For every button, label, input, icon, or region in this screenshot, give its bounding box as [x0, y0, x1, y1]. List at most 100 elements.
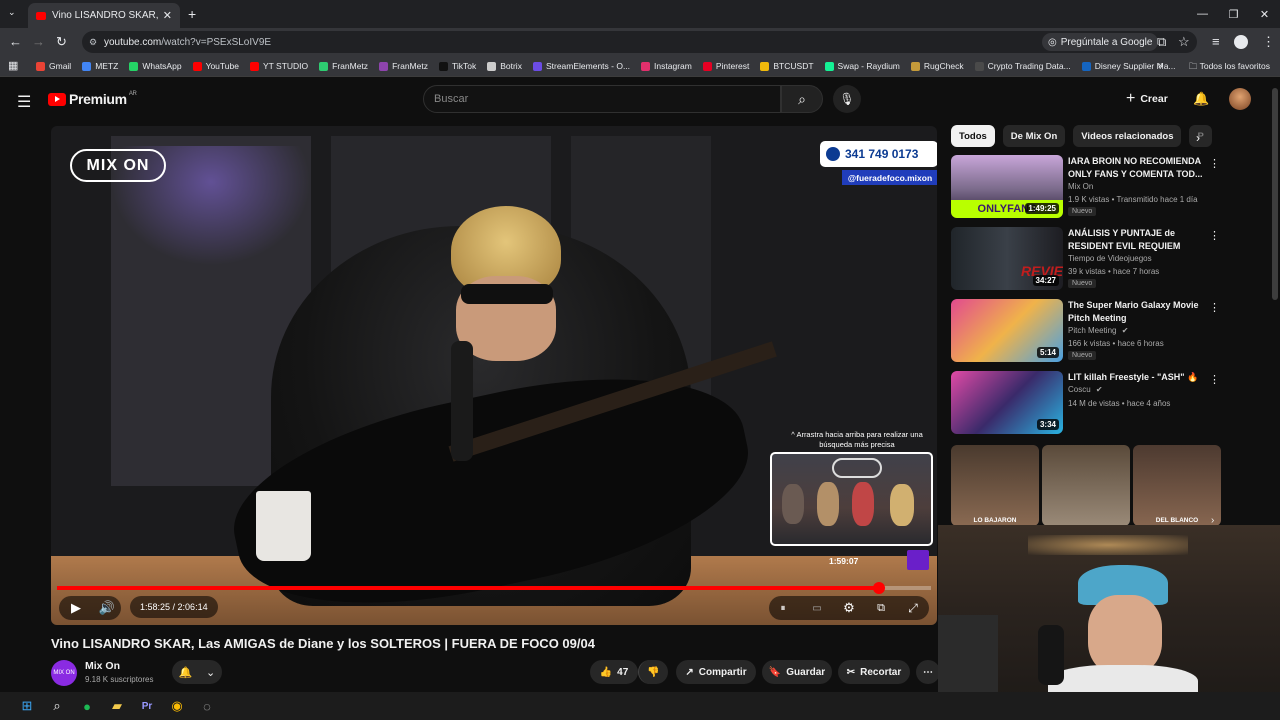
bookmark-item[interactable]: WhatsApp	[129, 61, 182, 71]
chip-de-mix-on[interactable]: De Mix On	[1002, 125, 1066, 147]
cast-icon[interactable]: ⧉	[1157, 34, 1166, 50]
bookmark-item[interactable]: FranMetz	[379, 61, 428, 71]
spotify-icon[interactable]: ●	[72, 694, 102, 718]
voice-search-button[interactable]: 🎙	[833, 85, 861, 113]
more-options-icon[interactable]: ⋮	[1209, 373, 1220, 386]
video-duration: 3:34	[1036, 419, 1059, 430]
bookmark-item[interactable]: TikTok	[438, 61, 476, 71]
bookmark-item[interactable]: YT STUDIO	[249, 61, 308, 71]
forward-icon[interactable]: →	[32, 34, 45, 49]
share-button[interactable]: ↗ Compartir	[676, 660, 756, 684]
short-thumbnail[interactable]: DEL BLANCO	[1133, 445, 1221, 526]
bookmark-item[interactable]: Botrix	[487, 61, 522, 71]
site-info-icon[interactable]: ⚙	[89, 37, 97, 48]
premiere-icon[interactable]: Pr	[132, 694, 162, 718]
bookmark-item[interactable]: Swap - Raydium	[824, 61, 900, 71]
create-button[interactable]: + Crear	[1126, 88, 1168, 110]
youtube-premium-logo[interactable]: Premium AR	[48, 91, 137, 107]
sunglasses	[461, 284, 553, 304]
recommendation-item[interactable]: 3:34 LIT killah Freestyle - "ASH" 🔥 Cosc…	[951, 371, 1223, 435]
windows-start-icon[interactable]: ⊞	[12, 694, 42, 718]
settings-button[interactable]: ⚙	[839, 598, 859, 618]
subscription-notifications-button[interactable]: 🔔 ⌄	[172, 660, 222, 684]
recommendation-title: IARA BROIN NO RECOMIENDA ONLY FANS Y COM…	[1068, 156, 1203, 179]
play-button[interactable]: ▶	[64, 598, 88, 618]
progress-bar[interactable]	[57, 582, 931, 594]
profile-icon[interactable]	[1234, 35, 1248, 49]
bookmark-item[interactable]: RugCheck	[910, 61, 964, 71]
hamburger-menu-icon[interactable]: ☰	[17, 92, 31, 112]
channel-label: Coscu	[1068, 385, 1091, 394]
bookmark-item[interactable]: BTCUSDT	[760, 61, 814, 71]
bookmark-item[interactable]: Crypto Trading Data...	[974, 61, 1071, 71]
fullscreen-icon: ⤢	[908, 600, 918, 615]
bookmark-item[interactable]: Pinterest	[702, 61, 749, 71]
new-tab-icon[interactable]: +	[188, 6, 196, 22]
clip-button[interactable]: ✂ Recortar	[838, 660, 910, 684]
channel-name[interactable]: Mix On	[85, 660, 120, 672]
short-thumbnail[interactable]	[1042, 445, 1130, 526]
close-window-icon[interactable]: ✕	[1249, 0, 1280, 28]
channel-avatar[interactable]: MIX ON	[51, 660, 77, 686]
more-options-icon[interactable]: ⋮	[1209, 229, 1220, 242]
mute-button[interactable]: 🔊	[95, 598, 119, 618]
video-thumbnail[interactable]: ONLYFANS 1:49:25	[951, 155, 1063, 218]
app-icon[interactable]: ◌	[192, 694, 222, 718]
chrome-icon[interactable]: ◉	[162, 694, 192, 718]
chevron-right-icon[interactable]: ›	[1196, 131, 1200, 145]
video-player[interactable]: MIX ON 341 749 0173 @fueradefoco.mixon ^…	[51, 126, 937, 625]
video-thumbnail[interactable]: 5:14	[951, 299, 1063, 362]
recommendation-meta: 39 k vistas • hace 7 horas	[1068, 267, 1160, 276]
ask-google-button[interactable]: ◎ Pregúntale a Google	[1042, 33, 1159, 51]
bookmark-item[interactable]: StreamElements - O...	[532, 61, 630, 71]
chip-todos[interactable]: Todos	[951, 125, 995, 147]
video-thumbnail[interactable]: 3:34	[951, 371, 1063, 434]
more-options-icon[interactable]: ⋮	[1209, 301, 1220, 314]
browser-tab[interactable]: Vino LISANDRO SKAR, Las AMIG ✕	[28, 3, 180, 28]
bookmark-item[interactable]: Gmail	[36, 61, 71, 71]
recommendation-item[interactable]: REVIEW 34:27 ANÁLISIS Y PUNTAJE de RESID…	[951, 227, 1223, 291]
bookmark-star-icon[interactable]: ☆	[1178, 34, 1190, 50]
autoplay-toggle[interactable]: ⏸	[773, 598, 793, 618]
subtitles-button[interactable]: ▭	[807, 598, 827, 618]
chip-videos-relacionados[interactable]: Videos relacionados	[1073, 125, 1182, 147]
url-input[interactable]: ⚙ youtube.com/watch?v=PSExSLoIV9E	[82, 31, 1197, 53]
more-actions-button[interactable]: ⋯	[916, 660, 940, 684]
tab-search-icon[interactable]: ⌄	[8, 7, 16, 18]
apps-grid-icon[interactable]: ▦	[8, 59, 18, 72]
search-button[interactable]: ⌕	[781, 85, 823, 113]
recommendation-item[interactable]: 5:14 The Super Mario Galaxy Movie Pitch …	[951, 299, 1223, 363]
bookmark-item[interactable]: Instagram	[641, 61, 692, 71]
notifications-bell-icon[interactable]: 🔔	[1193, 91, 1209, 107]
tab-search-list-icon[interactable]: ≡	[1212, 34, 1220, 49]
all-bookmarks-folder[interactable]: 🗀 Todos los favoritos	[1189, 61, 1270, 75]
chrome-menu-icon[interactable]: ⋮	[1262, 34, 1275, 50]
user-avatar[interactable]	[1229, 88, 1251, 110]
play-icon: ▶	[71, 600, 81, 615]
search-taskbar-icon[interactable]: ⌕	[42, 694, 72, 718]
bookmark-item[interactable]: YouTube	[192, 61, 239, 71]
more-options-icon[interactable]: ⋮	[1209, 157, 1220, 170]
more-bookmarks-icon[interactable]: »	[1158, 60, 1164, 71]
file-explorer-icon[interactable]: ▰	[102, 694, 132, 718]
bookmark-item[interactable]: METZ	[82, 61, 118, 71]
maximize-icon[interactable]: ❐	[1218, 0, 1249, 28]
search-input[interactable]: Buscar	[423, 85, 781, 113]
miniplayer-button[interactable]: ⧉	[871, 598, 891, 618]
close-tab-icon[interactable]: ✕	[163, 9, 172, 22]
dislike-button[interactable]: 👎	[638, 660, 668, 684]
reload-icon[interactable]: ↻	[56, 34, 67, 50]
chip-partial[interactable]: P	[1189, 125, 1212, 147]
scrubber-handle[interactable]	[872, 582, 885, 594]
fullscreen-button[interactable]: ⤢	[903, 598, 923, 618]
like-button[interactable]: 👍 47	[590, 660, 638, 684]
bookmark-item[interactable]: FranMetz	[319, 61, 368, 71]
channel-watermark[interactable]	[907, 550, 929, 570]
page-scrollbar[interactable]	[1272, 88, 1278, 300]
video-thumbnail[interactable]: REVIEW 34:27	[951, 227, 1063, 290]
back-icon[interactable]: ←	[9, 34, 22, 49]
minimize-icon[interactable]: —	[1187, 0, 1218, 28]
save-button[interactable]: 🔖 Guardar	[762, 660, 832, 684]
recommendation-item[interactable]: ONLYFANS 1:49:25 IARA BROIN NO RECOMIEND…	[951, 155, 1223, 219]
short-thumbnail[interactable]: LO BAJARON	[951, 445, 1039, 526]
